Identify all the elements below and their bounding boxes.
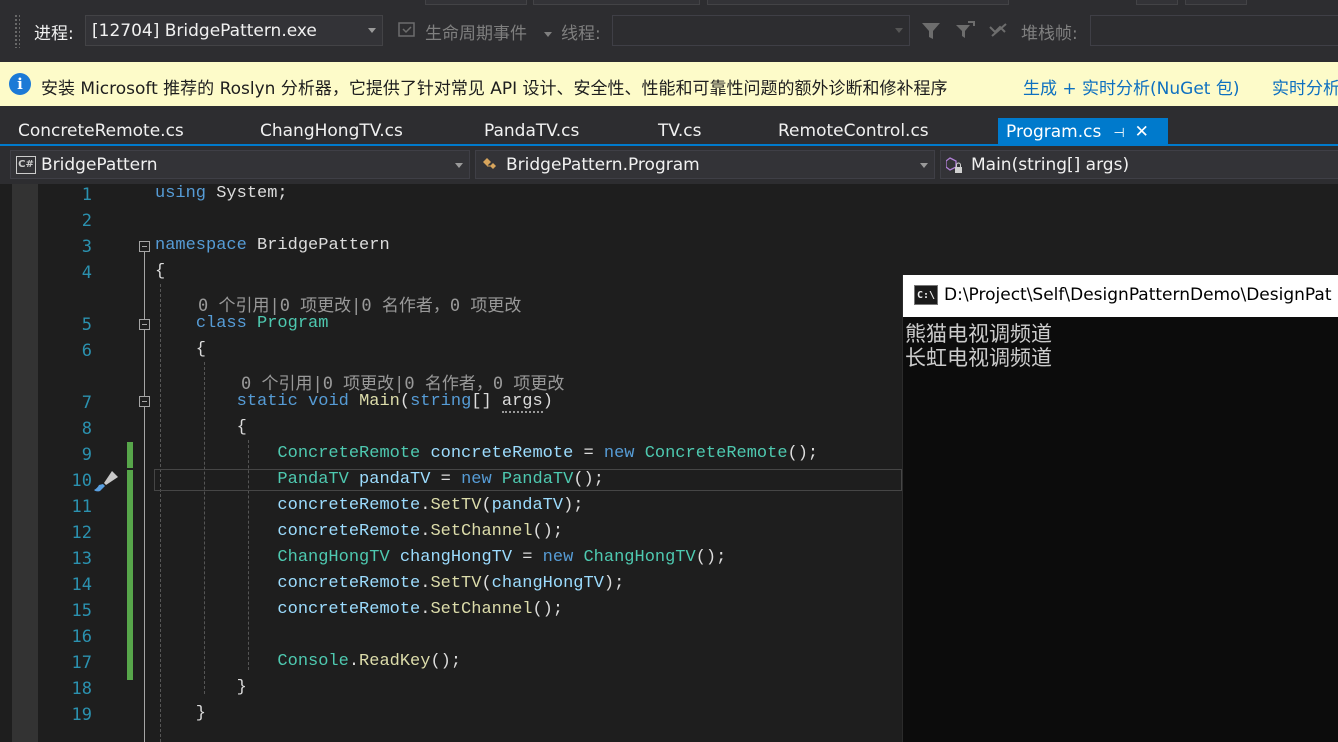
chevron-down-icon[interactable] xyxy=(543,24,553,43)
code-text: concreteRemote.SetTV(pandaTV); xyxy=(277,496,584,515)
process-label: 进程: xyxy=(34,24,74,44)
console-window[interactable]: C:\ D:\Project\Self\DesignPatternDemo\De… xyxy=(902,275,1338,742)
code-text: { xyxy=(155,340,207,359)
filter-flag-icon[interactable] xyxy=(954,20,976,46)
tab-remotecontrol[interactable]: RemoteControl.cs xyxy=(778,121,929,141)
toolbar-combo-stub xyxy=(425,0,527,5)
thread-dropdown[interactable] xyxy=(612,15,910,46)
code-text: ChangHongTV changHongTV = new ChangHongT… xyxy=(277,548,727,567)
line-number: 17 xyxy=(71,653,92,673)
lifecycle-events-button[interactable]: 生命周期事件 xyxy=(425,19,527,44)
toolbar-combo-stub xyxy=(707,0,1009,5)
toolbar-combo-stub xyxy=(533,0,700,5)
code-text: { xyxy=(155,262,166,281)
lifecycle-events-icon[interactable] xyxy=(397,20,417,44)
document-tab-strip: ConcreteRemote.cs ChangHongTV.cs PandaTV… xyxy=(0,106,1338,146)
line-number: 16 xyxy=(71,627,92,647)
info-message: 安装 Microsoft 推荐的 Roslyn 分析器，它提供了针对常见 API… xyxy=(41,79,948,99)
navigation-bar: C# BridgePattern BridgePattern.Program M… xyxy=(0,146,1338,184)
type-value: BridgePattern.Program xyxy=(506,155,700,175)
tab-changhongtv[interactable]: ChangHongTV.cs xyxy=(260,121,403,141)
line-number: 13 xyxy=(71,549,92,569)
line-number: 6 xyxy=(81,341,92,361)
code-text: class Program xyxy=(195,314,329,333)
line-number: 11 xyxy=(71,497,92,517)
code-line: 1 using System; xyxy=(0,184,1338,210)
type-dropdown[interactable]: BridgePattern.Program xyxy=(475,150,935,179)
line-number: 4 xyxy=(81,263,92,283)
close-icon[interactable]: ✕ xyxy=(1135,122,1149,142)
tab-program[interactable]: Program.cs ⊣ ✕ xyxy=(998,118,1168,146)
line-number: 1 xyxy=(81,185,92,205)
chevron-down-icon xyxy=(920,163,928,168)
csharp-project-icon: C# xyxy=(16,156,36,174)
code-text: concreteRemote.SetTV(changHongTV); xyxy=(277,574,625,593)
code-text: using System; xyxy=(155,184,288,203)
line-number: 9 xyxy=(81,445,92,465)
console-app-icon: C:\ xyxy=(914,285,938,305)
project-value: BridgePattern xyxy=(41,155,158,175)
code-line: 3 namespace BridgePattern xyxy=(0,236,1338,262)
tab-concreteremote[interactable]: ConcreteRemote.cs xyxy=(18,121,184,141)
line-number: 14 xyxy=(71,575,92,595)
chevron-down-icon xyxy=(368,28,376,33)
process-value: [12704] BridgePattern.exe xyxy=(92,21,317,41)
tab-pandatv[interactable]: PandaTV.cs xyxy=(484,121,579,141)
process-dropdown[interactable]: [12704] BridgePattern.exe xyxy=(85,15,383,46)
pin-icon[interactable]: ⊣ xyxy=(1113,126,1124,141)
stackframe-label: 堆栈帧: xyxy=(1021,24,1078,44)
console-title: D:\Project\Self\DesignPatternDemo\Design… xyxy=(944,285,1332,305)
filter-icon[interactable] xyxy=(920,20,942,46)
code-text: concreteRemote.SetChannel(); xyxy=(277,600,564,619)
debug-location-toolbar: 进程: [12704] BridgePattern.exe 生命周期事件 线程:… xyxy=(0,0,1338,62)
info-icon: i xyxy=(9,73,31,95)
toolbar-grip[interactable] xyxy=(14,14,20,48)
toolbar-combo-stub xyxy=(1185,0,1247,5)
chevron-down-icon xyxy=(455,163,463,168)
code-text: Console.ReadKey(); xyxy=(277,652,462,671)
member-dropdown[interactable]: Main(string[] args) xyxy=(940,150,1338,179)
code-text: concreteRemote.SetChannel(); xyxy=(277,522,564,541)
line-number: 2 xyxy=(81,211,92,231)
class-icon xyxy=(481,156,499,172)
install-nuget-link[interactable]: 生成 + 实时分析(NuGet 包) xyxy=(1023,74,1240,99)
method-lock-icon xyxy=(945,156,964,173)
tab-tv[interactable]: TV.cs xyxy=(658,121,701,141)
console-output-line: 长虹电视调频道 xyxy=(905,346,1052,370)
tab-program-label: Program.cs xyxy=(1006,122,1102,142)
code-line: 2 xyxy=(0,210,1338,236)
code-text: { xyxy=(155,418,247,437)
toolbar-combo-stub xyxy=(1136,0,1178,5)
codelens-info[interactable]: 0 个引用|0 项更改|0 名作者，0 项更改 xyxy=(241,369,564,394)
code-text: } xyxy=(155,678,247,697)
line-number: 18 xyxy=(71,679,92,699)
project-dropdown[interactable]: C# BridgePattern xyxy=(10,150,470,179)
line-number: 12 xyxy=(71,523,92,543)
codelens-info[interactable]: 0 个引用|0 项更改|0 名作者，0 项更改 xyxy=(198,291,521,316)
line-number: 3 xyxy=(81,237,92,257)
member-value: Main(string[] args) xyxy=(971,155,1130,175)
live-analysis-link[interactable]: 实时分析 xyxy=(1272,74,1338,99)
merge-threads-icon[interactable] xyxy=(988,20,1010,46)
code-text: namespace BridgePattern xyxy=(155,236,390,255)
line-number: 8 xyxy=(81,419,92,439)
line-number: 10 xyxy=(71,471,92,491)
line-number: 19 xyxy=(71,705,92,725)
thread-label: 线程: xyxy=(561,24,601,44)
code-text: } xyxy=(155,704,207,723)
code-text: static void Main(string[] args) xyxy=(236,392,553,413)
stackframe-dropdown[interactable] xyxy=(1090,15,1338,46)
console-title-bar[interactable]: C:\ D:\Project\Self\DesignPatternDemo\De… xyxy=(903,275,1338,317)
chevron-down-icon xyxy=(895,28,903,33)
line-number: 15 xyxy=(71,601,92,621)
line-number: 7 xyxy=(81,393,92,413)
code-text: ConcreteRemote concreteRemote = new Conc… xyxy=(277,444,819,463)
code-text: PandaTV pandaTV = new PandaTV(); xyxy=(277,470,604,489)
info-bar: i 安装 Microsoft 推荐的 Roslyn 分析器，它提供了针对常见 A… xyxy=(0,62,1338,106)
line-number: 5 xyxy=(81,315,92,335)
